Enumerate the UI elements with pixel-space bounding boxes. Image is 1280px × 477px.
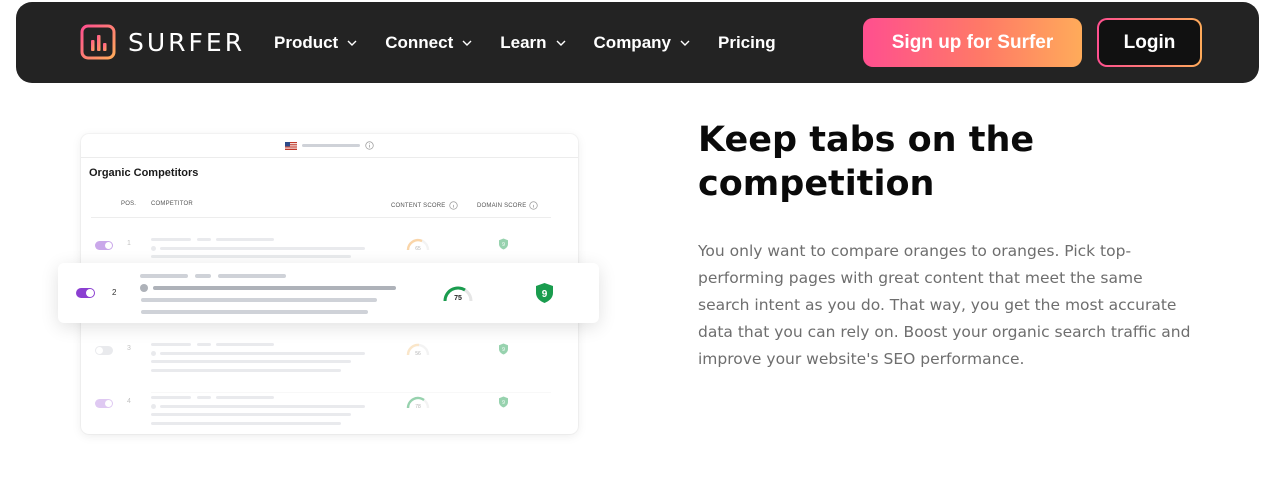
login-button-border: Login	[1097, 18, 1202, 67]
highlighted-competitor-row[interactable]: 2 75 9	[58, 263, 599, 323]
info-icon[interactable]	[529, 201, 539, 210]
competitor-url-placeholder	[197, 238, 211, 241]
surfer-logo[interactable]: SURFER	[80, 24, 245, 60]
row-position: 1	[127, 240, 131, 247]
domain-score-shield-icon: 9	[499, 343, 508, 355]
competitor-url-placeholder	[197, 396, 211, 399]
competitor-toggle[interactable]	[76, 288, 95, 298]
favicon-placeholder	[151, 246, 156, 251]
nav-item-company[interactable]: Company	[594, 33, 691, 53]
card-title: Organic Competitors	[89, 167, 199, 179]
competitor-url-placeholder	[216, 238, 274, 241]
chevron-down-icon	[680, 40, 690, 46]
domain-score-shield-icon: 9	[499, 238, 508, 250]
nav-item-label: Product	[274, 32, 339, 52]
col-header-label: DOMAIN SCORE	[477, 202, 527, 209]
content-score-gauge: 56	[406, 343, 430, 357]
favicon-placeholder	[151, 404, 156, 409]
competitor-title-placeholder	[151, 413, 351, 416]
competitor-title-placeholder	[151, 255, 351, 258]
col-header-competitor: COMPETITOR	[151, 201, 193, 207]
col-header-domain-score: DOMAIN SCORE	[477, 201, 539, 210]
competitor-title-placeholder	[141, 298, 377, 302]
chevron-down-icon	[556, 40, 566, 46]
table-row[interactable]: 4 78 9	[81, 394, 578, 446]
favicon-placeholder	[151, 351, 156, 356]
competitor-url-placeholder	[151, 343, 191, 346]
row-position: 3	[127, 345, 131, 352]
competitor-url-placeholder	[151, 396, 191, 399]
us-flag-icon	[285, 141, 297, 150]
competitor-title-placeholder	[160, 405, 365, 408]
nav-item-label: Pricing	[718, 32, 776, 52]
content-score-value: 75	[454, 295, 462, 302]
competitor-title-placeholder	[160, 247, 365, 250]
info-icon[interactable]	[365, 141, 374, 150]
header-divider	[91, 217, 551, 218]
col-header-label: CONTENT SCORE	[391, 202, 446, 209]
competitor-url-placeholder	[151, 238, 191, 241]
surfer-logo-icon	[80, 24, 116, 60]
domain-score-value: 9	[502, 347, 505, 353]
content-score-value: 65	[415, 246, 421, 252]
competitor-toggle[interactable]	[95, 399, 113, 408]
card-toolbar	[81, 134, 578, 158]
nav-item-pricing[interactable]: Pricing	[718, 33, 776, 53]
content-score-gauge: 75	[443, 286, 473, 302]
info-icon[interactable]	[448, 201, 458, 210]
chevron-down-icon	[347, 40, 357, 46]
domain-score-value: 9	[542, 289, 548, 300]
competitor-url-placeholder	[216, 396, 274, 399]
domain-score-value: 9	[502, 400, 505, 406]
login-button[interactable]: Login	[1099, 20, 1200, 65]
content-score-gauge: 78	[406, 396, 430, 410]
signup-button[interactable]: Sign up for Surfer	[863, 18, 1082, 67]
competitor-url-placeholder	[140, 274, 188, 278]
competitor-url-placeholder	[218, 274, 286, 278]
chevron-down-icon	[462, 40, 472, 46]
competitor-title-placeholder	[160, 352, 365, 355]
nav-item-label: Company	[593, 32, 671, 52]
top-navbar: SURFER Product Connect Learn Company Pri…	[16, 2, 1259, 83]
competitor-url-placeholder	[195, 274, 211, 278]
domain-score-shield-icon: 9	[536, 283, 553, 303]
nav-item-learn[interactable]: Learn	[500, 33, 566, 53]
row-position: 4	[127, 398, 131, 405]
table-row[interactable]: 3 56 9	[81, 341, 578, 393]
competitor-toggle[interactable]	[95, 241, 113, 250]
location-placeholder	[302, 144, 360, 147]
row-divider	[151, 392, 551, 393]
logo-text: SURFER	[128, 27, 246, 57]
nav-item-product[interactable]: Product	[274, 33, 358, 53]
row-position: 2	[112, 288, 117, 297]
competitor-title-placeholder	[141, 310, 368, 314]
section-body: You only want to compare oranges to oran…	[698, 242, 1191, 368]
competitor-toggle[interactable]	[95, 346, 113, 355]
competitor-title-placeholder	[151, 369, 341, 372]
domain-score-value: 9	[502, 242, 505, 248]
nav-item-label: Learn	[500, 32, 547, 52]
col-header-content-score: CONTENT SCORE	[391, 201, 458, 210]
competitor-url-placeholder	[197, 343, 211, 346]
nav-item-label: Connect	[385, 32, 454, 52]
competitor-url-placeholder	[216, 343, 274, 346]
favicon-placeholder	[140, 284, 148, 292]
competitor-title-placeholder	[153, 286, 396, 290]
content-score-value: 56	[415, 351, 421, 357]
competitor-title-placeholder	[151, 422, 341, 425]
nav-item-connect[interactable]: Connect	[385, 33, 473, 53]
content-score-gauge: 65	[406, 238, 430, 252]
main-nav: Product Connect Learn Company Pricing	[274, 2, 803, 83]
col-header-pos: POS.	[121, 201, 137, 207]
content-score-value: 78	[415, 404, 421, 410]
section-heading: Keep tabs on the competition	[698, 120, 1035, 204]
competitor-title-placeholder	[151, 360, 351, 363]
domain-score-shield-icon: 9	[499, 396, 508, 408]
